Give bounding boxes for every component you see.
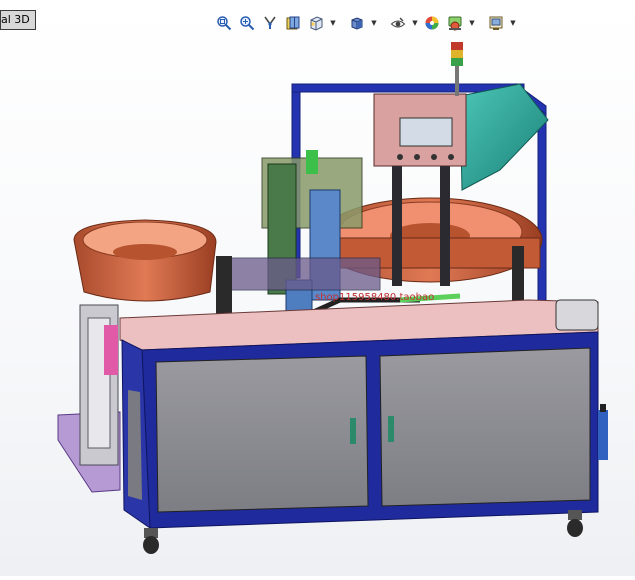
cabinet-frame: [121, 331, 599, 529]
air-filter: [598, 404, 608, 460]
zoom-to-area-icon[interactable]: [237, 13, 257, 33]
apply-scene-icon[interactable]: [445, 13, 465, 33]
display-style-icon[interactable]: [347, 13, 367, 33]
view-settings-icon[interactable]: [486, 13, 506, 33]
hide-show-items-icon[interactable]: [388, 13, 408, 33]
previous-view-icon[interactable]: [260, 13, 280, 33]
edit-appearance-icon[interactable]: [422, 13, 442, 33]
view-tab[interactable]: al 3D: [0, 10, 36, 30]
heads-up-view-toolbar: ▼ ▼ ▼ ▼ ▼: [214, 12, 517, 34]
hide-show-dropdown-icon[interactable]: ▼: [411, 13, 419, 33]
machine-model[interactable]: shop115958480.taobao: [57, 42, 608, 554]
section-view-icon[interactable]: [283, 13, 303, 33]
watermark-text: shop115958480.taobao: [315, 292, 434, 303]
apply-scene-dropdown-icon[interactable]: ▼: [468, 13, 476, 33]
left-feeder-stand: [57, 304, 121, 493]
view-tab-label: al 3D: [1, 13, 30, 26]
view-orientation-icon[interactable]: [306, 13, 326, 33]
sensor-box: [555, 299, 599, 331]
display-style-dropdown-icon[interactable]: ▼: [370, 13, 378, 33]
graphics-area[interactable]: shop115958480.taobao: [0, 36, 635, 576]
view-settings-dropdown-icon[interactable]: ▼: [509, 13, 517, 33]
cabinet-door-left: [155, 355, 369, 513]
view-orientation-dropdown-icon[interactable]: ▼: [329, 13, 337, 33]
left-bowl-feeder: [73, 219, 217, 302]
zoom-to-fit-icon[interactable]: [214, 13, 234, 33]
cabinet-door-right: [379, 347, 591, 507]
